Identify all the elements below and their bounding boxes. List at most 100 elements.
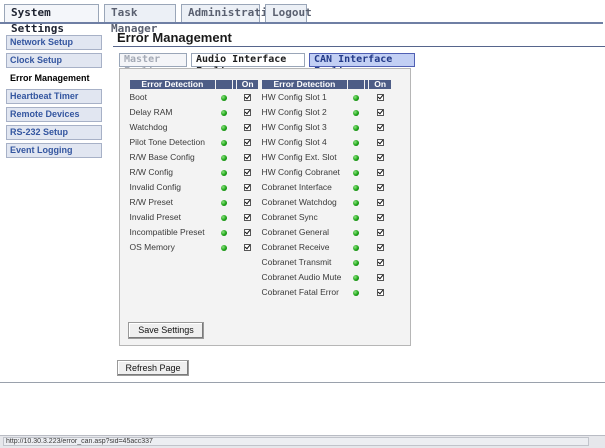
status-led-icon [353, 109, 360, 116]
fault-enable-checkbox[interactable] [244, 139, 252, 147]
fault-status-cell [347, 240, 365, 255]
tab-logout[interactable]: Logout [265, 4, 312, 22]
fault-enable-checkbox[interactable] [376, 199, 384, 207]
fault-enable-checkbox[interactable] [376, 154, 384, 162]
fault-enable-checkbox[interactable] [244, 154, 252, 162]
fault-name: Boot [129, 92, 148, 102]
fault-enable-cell [369, 195, 392, 210]
fault-name: HW Config Ext. Slot [261, 152, 337, 162]
fault-row: Pilot Tone Detection [130, 135, 259, 150]
fault-status-cell [347, 270, 365, 285]
fault-enable-checkbox[interactable] [244, 169, 252, 177]
fault-name: Cobranet Watchdog [261, 197, 337, 207]
tab-system-settings[interactable]: System Settings [4, 4, 99, 35]
fault-enable-checkbox[interactable] [376, 289, 384, 297]
status-led-icon [353, 139, 360, 146]
fault-name: HW Config Slot 3 [261, 122, 327, 132]
fault-enable-checkbox[interactable] [376, 94, 384, 102]
tab-task-manager[interactable]: Task Manager [104, 4, 176, 35]
fault-row: R/W Preset [130, 195, 259, 210]
fault-enable-cell [369, 285, 392, 300]
fault-row: Incompatible Preset [130, 225, 259, 240]
status-led-icon [353, 244, 360, 251]
tab-administration[interactable]: Administration [181, 4, 281, 22]
fault-row: Cobranet Watchdog [262, 195, 392, 210]
status-led-icon [221, 109, 227, 116]
fault-row: Cobranet General [262, 225, 392, 240]
fault-enable-cell [237, 210, 259, 225]
fault-status-cell [347, 255, 365, 270]
status-led-icon [221, 214, 227, 221]
fault-enable-cell [369, 270, 392, 285]
top-nav-divider [0, 22, 603, 24]
fault-enable-checkbox[interactable] [376, 259, 384, 267]
fault-name: R/W Preset [129, 197, 173, 207]
fault-enable-checkbox[interactable] [376, 139, 384, 147]
fault-name: Watchdog [129, 122, 168, 132]
fault-name: Invalid Config [129, 182, 182, 192]
fault-row: Cobranet Transmit [262, 255, 392, 270]
fault-status-cell [347, 225, 365, 240]
fault-status-cell [347, 195, 365, 210]
fault-enable-checkbox[interactable] [244, 184, 252, 192]
fault-status-cell [347, 180, 365, 195]
status-led-icon [221, 184, 227, 191]
status-bar: http://10.30.3.223/error_can.asp?sid=45a… [0, 435, 605, 448]
fault-enable-checkbox[interactable] [244, 199, 252, 207]
sidebar-item-rs232-setup[interactable]: RS-232 Setup [6, 125, 102, 140]
fault-enable-cell [237, 195, 259, 210]
fault-enable-checkbox[interactable] [376, 274, 384, 282]
fault-enable-checkbox[interactable] [376, 109, 384, 117]
fault-enable-checkbox[interactable] [376, 169, 384, 177]
fault-enable-checkbox[interactable] [376, 214, 384, 222]
fault-name: HW Config Slot 4 [261, 137, 327, 147]
fault-enable-checkbox[interactable] [244, 229, 252, 237]
fault-enable-checkbox[interactable] [376, 124, 384, 132]
sidebar-item-clock-setup[interactable]: Clock Setup [6, 53, 102, 68]
fault-status-cell [347, 285, 365, 300]
fault-row: Invalid Preset [130, 210, 259, 225]
fault-name: OS Memory [129, 242, 175, 252]
status-led-icon [353, 289, 360, 296]
fault-enable-checkbox[interactable] [244, 124, 252, 132]
fault-enable-checkbox[interactable] [376, 244, 384, 252]
save-settings-button[interactable]: Save Settings [128, 322, 204, 339]
sidebar-item-heartbeat-timer[interactable]: Heartbeat Timer [6, 89, 102, 104]
status-led-icon [221, 124, 227, 131]
fault-status-cell [347, 90, 365, 106]
subtab-audio-interface-faults[interactable]: Audio Interface Faults [191, 53, 305, 77]
fault-status-cell [215, 150, 233, 165]
refresh-page-button[interactable]: Refresh Page [117, 360, 189, 376]
fault-enable-checkbox[interactable] [244, 109, 252, 117]
fault-enable-checkbox[interactable] [376, 184, 384, 192]
fault-row: Cobranet Sync [262, 210, 392, 225]
fault-name: Cobranet General [261, 227, 330, 237]
fault-name: Incompatible Preset [129, 227, 205, 237]
fault-name: HW Config Slot 2 [261, 107, 327, 117]
fault-name: Invalid Preset [129, 212, 182, 222]
sidebar-item-error-management[interactable]: Error Management [6, 71, 102, 86]
sidebar-item-remote-devices[interactable]: Remote Devices [6, 107, 102, 122]
page-title: Error Management [117, 30, 232, 45]
subtab-master-fault[interactable]: Master Fault [119, 53, 187, 77]
fault-enable-checkbox[interactable] [376, 229, 384, 237]
fault-row: HW Config Slot 1 [262, 90, 392, 106]
status-led-icon [221, 199, 227, 206]
sidebar-item-network-setup[interactable]: Network Setup [6, 35, 102, 50]
fault-enable-checkbox[interactable] [244, 94, 252, 102]
sidebar-item-event-logging[interactable]: Event Logging [6, 143, 102, 158]
status-led-icon [221, 139, 227, 146]
fault-name: Delay RAM [129, 107, 173, 117]
column-header-status [214, 79, 234, 90]
fault-row: Invalid Config [130, 180, 259, 195]
status-led-icon [353, 274, 360, 281]
subtab-can-interface-faults[interactable]: CAN Interface Faults [309, 53, 415, 77]
fault-enable-checkbox[interactable] [244, 244, 252, 252]
fault-row: OS Memory [130, 240, 259, 255]
fault-enable-cell [237, 225, 259, 240]
fault-status-cell [215, 240, 233, 255]
status-led-icon [353, 229, 360, 236]
fault-enable-checkbox[interactable] [244, 214, 252, 222]
fault-row: Cobranet Interface [262, 180, 392, 195]
status-led-icon [353, 169, 360, 176]
